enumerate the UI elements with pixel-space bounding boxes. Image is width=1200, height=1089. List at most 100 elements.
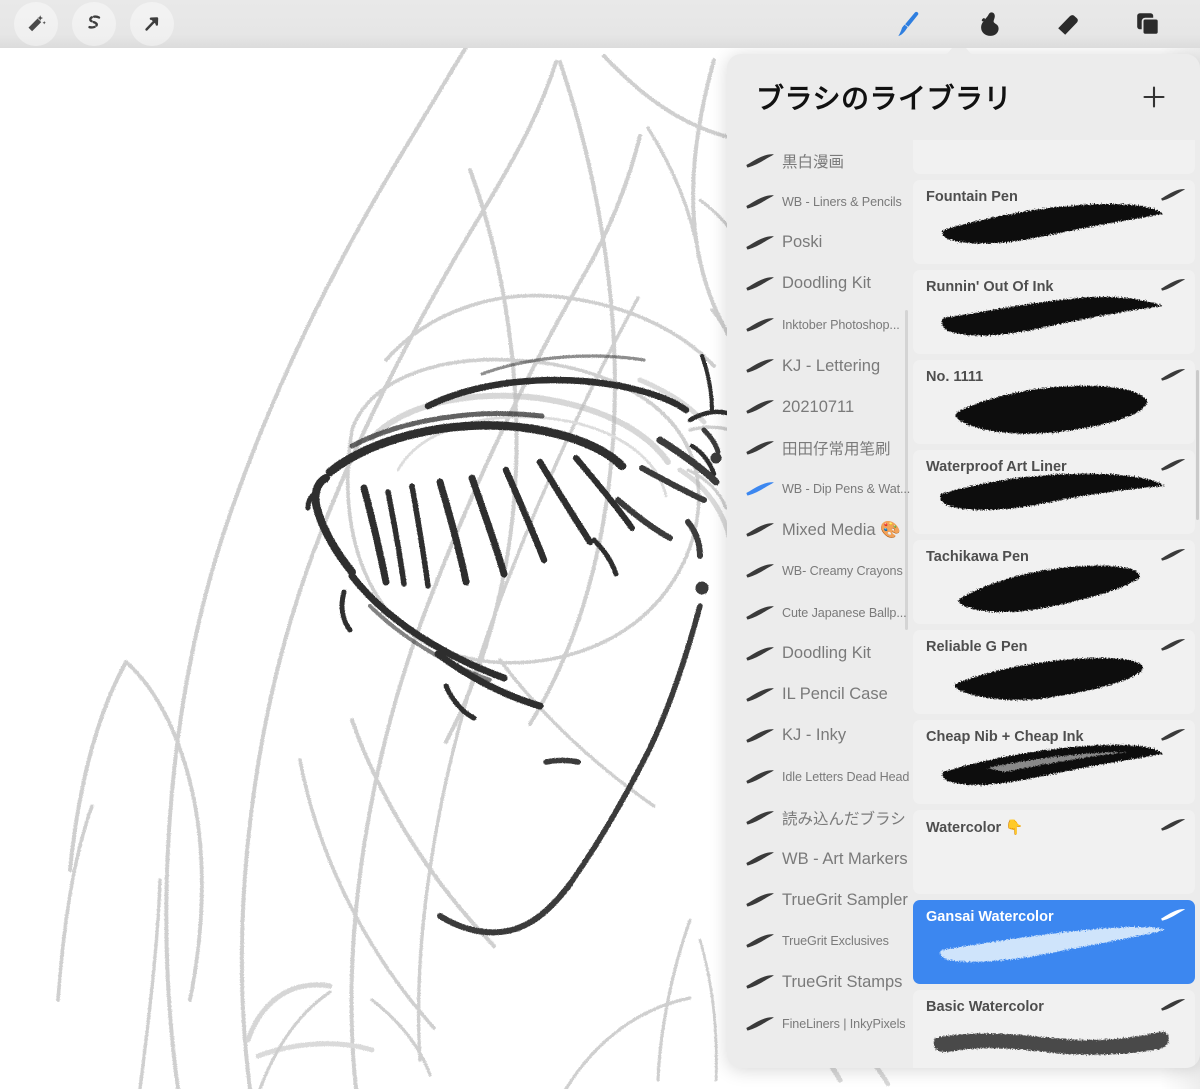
brush-card[interactable]: Waterproof Art Liner xyxy=(913,450,1195,534)
s-curve-selection-icon xyxy=(82,12,106,36)
magic-wand-icon xyxy=(24,12,48,36)
brush-card[interactable]: Tachikawa Pen xyxy=(913,540,1195,624)
brush-card-list[interactable]: Fountain Pen Runnin' Out Of Ink No. 1111 Wa… xyxy=(910,140,1200,1068)
brush-set-row[interactable]: Cute Japanese Ballp... xyxy=(727,592,910,633)
brush-card[interactable]: Fountain Pen xyxy=(913,180,1195,264)
brush-swoosh-icon xyxy=(1160,638,1186,652)
layers-tool[interactable] xyxy=(1126,2,1170,46)
brush-set-row[interactable]: 20210711 xyxy=(727,387,910,428)
brush-swoosh-icon xyxy=(742,851,778,867)
brush-card[interactable]: Reliable G Pen xyxy=(913,630,1195,714)
brush-set-row[interactable]: WB - Liners & Pencils xyxy=(727,181,910,222)
top-toolbar xyxy=(0,0,1200,48)
brush-set-scrollbar[interactable] xyxy=(905,310,908,630)
plus-icon xyxy=(1140,83,1168,111)
brush-swoosh-icon xyxy=(742,440,778,456)
brush-swoosh-icon xyxy=(1160,278,1186,292)
brush-set-label: KJ - Inky xyxy=(782,726,847,745)
brush-set-row[interactable]: TrueGrit Stamps xyxy=(727,962,910,1003)
brush-set-row[interactable]: Doodling Kit xyxy=(727,263,910,304)
paintbrush-icon xyxy=(893,9,923,39)
brush-set-row[interactable]: Inktober Photoshop... xyxy=(727,304,910,345)
brush-swoosh-icon xyxy=(742,646,778,662)
brush-stroke-preview xyxy=(913,1012,1195,1068)
brush-set-list[interactable]: 黒白漫画 WB - Liners & Pencils Poski Doodling K… xyxy=(727,140,910,1068)
brush-card[interactable]: Cheap Nib + Cheap Ink xyxy=(913,720,1195,804)
brush-set-row[interactable]: TrueGrit Sampler xyxy=(727,880,910,921)
brush-stroke-preview xyxy=(913,652,1195,712)
brush-swoosh-icon xyxy=(742,399,778,415)
add-brush-set-button[interactable] xyxy=(1134,77,1174,117)
brush-set-row[interactable]: KJ - Lettering xyxy=(727,345,910,386)
brush-set-label: WB- Creamy Crayons xyxy=(782,564,903,579)
brush-swoosh-icon xyxy=(1160,728,1186,742)
brush-swoosh-icon xyxy=(742,810,778,826)
brush-swoosh-icon xyxy=(1160,458,1186,472)
brush-card[interactable]: No. 1111 xyxy=(913,360,1195,444)
brush-set-label: 20210711 xyxy=(782,397,855,416)
brush-library-panel: ブラシのライブラリ 黒白漫画 WB - Liners & Pencils Poski… xyxy=(727,54,1200,1068)
brush-swoosh-icon xyxy=(742,974,778,990)
brush-set-row[interactable]: 読み込んだブラシ xyxy=(727,798,910,839)
selection-tool[interactable] xyxy=(72,2,116,46)
brush-set-label: 黒白漫画 xyxy=(782,153,845,171)
brush-set-row[interactable]: 黒白漫画 xyxy=(727,140,910,181)
brush-list-scrollbar[interactable] xyxy=(1196,370,1199,520)
brush-swoosh-icon xyxy=(1160,368,1186,382)
brush-library-body: 黒白漫画 WB - Liners & Pencils Poski Doodling K… xyxy=(727,140,1200,1068)
brush-set-row[interactable]: FineLiners | InkyPixels xyxy=(727,1003,910,1044)
brush-set-row[interactable]: Mixed Media 🎨 xyxy=(727,510,910,551)
brush-set-row[interactable]: IL Pencil Case xyxy=(727,674,910,715)
layers-icon xyxy=(1133,9,1163,39)
brush-set-label: WB - Liners & Pencils xyxy=(782,194,902,209)
brush-stroke-preview xyxy=(913,472,1195,532)
brush-set-label: 読み込んだブラシ xyxy=(782,811,906,829)
brush-card-selected[interactable]: Gansai Watercolor xyxy=(913,900,1195,984)
brush-swoosh-icon xyxy=(1160,188,1186,202)
paint-tool[interactable] xyxy=(886,2,930,46)
brush-stroke-preview xyxy=(913,742,1195,802)
brush-card[interactable] xyxy=(913,140,1195,174)
brush-swoosh-icon xyxy=(742,892,778,908)
brush-set-label: Doodling Kit xyxy=(782,644,871,663)
brush-library-header: ブラシのライブラリ xyxy=(727,54,1200,140)
brush-set-row[interactable]: WB - Art Markers xyxy=(727,839,910,880)
brush-set-row[interactable]: TrueGrit Exclusives xyxy=(727,921,910,962)
brush-swoosh-icon xyxy=(742,769,778,785)
brush-set-row[interactable]: Poski xyxy=(727,222,910,263)
brush-stroke-preview xyxy=(913,140,1195,172)
brush-set-row[interactable]: 田田仔常用笔刷 xyxy=(727,428,910,469)
adjustments-tool[interactable] xyxy=(14,2,58,46)
brush-swoosh-icon xyxy=(742,276,778,292)
brush-swoosh-icon xyxy=(742,358,778,374)
arrow-transform-icon xyxy=(140,12,164,36)
brush-card[interactable]: Watercolor 👇 xyxy=(913,810,1195,894)
smudge-tool[interactable] xyxy=(966,2,1010,46)
brush-set-row[interactable]: Idle Letters Dead Head xyxy=(727,756,910,797)
brush-set-label: 田田仔常用笔刷 xyxy=(782,441,891,459)
brush-swoosh-icon xyxy=(742,235,778,251)
brush-swoosh-icon xyxy=(742,522,778,538)
brush-card[interactable]: Basic Watercolor xyxy=(913,990,1195,1068)
panel-title: ブラシのライブラリ xyxy=(756,83,1012,114)
brush-set-label: Idle Letters Dead Head xyxy=(782,769,910,784)
brush-set-label: WB - Dip Pens & Wat... xyxy=(782,482,910,497)
brush-set-row[interactable]: WB - Dip Pens & Wat... xyxy=(727,469,910,510)
brush-set-label: KJ - Lettering xyxy=(782,356,881,375)
brush-set-row[interactable]: WB- Creamy Crayons xyxy=(727,551,910,592)
brush-swoosh-icon xyxy=(742,317,778,333)
eraser-icon xyxy=(1053,9,1083,39)
brush-stroke-preview xyxy=(913,292,1195,352)
erase-tool[interactable] xyxy=(1046,2,1090,46)
transform-tool[interactable] xyxy=(130,2,174,46)
brush-card[interactable]: Runnin' Out Of Ink xyxy=(913,270,1195,354)
brush-swoosh-icon xyxy=(1160,548,1186,562)
brush-set-label: IL Pencil Case xyxy=(782,685,888,704)
brush-set-label: Inktober Photoshop... xyxy=(782,317,900,332)
brush-set-row[interactable]: KJ - Inky xyxy=(727,715,910,756)
brush-set-row[interactable]: Doodling Kit xyxy=(727,633,910,674)
brush-swoosh-icon xyxy=(742,728,778,744)
brush-swoosh-icon xyxy=(742,153,778,169)
brush-swoosh-icon xyxy=(742,481,778,497)
brush-set-label: TrueGrit Sampler xyxy=(782,890,908,909)
